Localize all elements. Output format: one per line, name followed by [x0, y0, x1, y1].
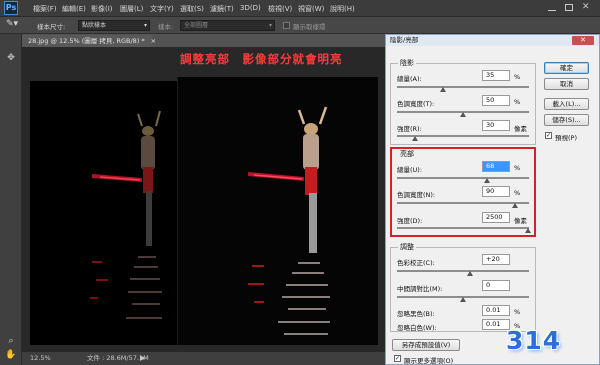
document-tab-title: 28.jpg @ 12.5% (圖層 拷貝, RGB/8) *	[28, 37, 145, 45]
highlights-radius-slider[interactable]	[397, 227, 529, 229]
menu-3d[interactable]: 3D(D)	[240, 4, 261, 12]
menu-filter[interactable]: 濾鏡(T)	[210, 4, 234, 14]
highlights-tone-label: 色調寬度(N):	[397, 191, 436, 199]
adjustments-group-title: 調整	[398, 242, 416, 252]
shadows-tone-label: 色調寬度(T):	[397, 100, 435, 108]
highlights-radius-input[interactable]: 2500	[482, 212, 510, 223]
after-photo-art	[178, 77, 378, 345]
menu-edit[interactable]: 編輯(E)	[62, 4, 86, 14]
status-bar: 12.5% 文件 : 28.6M/57.1M ▶	[22, 352, 385, 365]
black-clip-unit: %	[514, 308, 521, 316]
before-photo-art	[30, 81, 192, 345]
highlights-amount-unit: %	[514, 164, 521, 172]
highlights-tone-slider[interactable]	[397, 202, 529, 204]
menu-file[interactable]: 檔案(F)	[33, 4, 57, 14]
sample-value: 全部圖層	[184, 22, 209, 29]
sample-size-label: 樣本尺寸:	[37, 23, 66, 31]
before-photo	[30, 81, 192, 345]
shadow-highlight-dialog: 陰影/亮部 ✕ 陰影 總量(A): 35 % 色調寬度(T): 50 % 強度(…	[385, 34, 600, 365]
highlights-amount-input[interactable]: 68	[482, 161, 510, 172]
menu-view[interactable]: 檢視(V)	[268, 4, 292, 14]
photoshop-logo: Ps	[4, 1, 18, 15]
shadows-radius-unit: 像素	[514, 125, 527, 133]
hand-tool-icon[interactable]: ✋	[5, 349, 17, 361]
load-button[interactable]: 載入(L)...	[544, 98, 589, 110]
sample-size-select[interactable]: 點狀樣本 ▾	[78, 20, 150, 31]
save-button[interactable]: 儲存(S)...	[544, 114, 589, 126]
tab-close-icon[interactable]: ×	[151, 37, 156, 45]
menu-select[interactable]: 選取(S)	[180, 4, 204, 14]
tools-panel: ✥ ⌕ ✋	[0, 34, 22, 365]
chevron-down-icon: ▾	[268, 22, 272, 29]
midtone-contrast-label: 中間調對比(M):	[397, 285, 443, 293]
menu-layer[interactable]: 圖層(L)	[120, 4, 143, 14]
maximize-icon[interactable]	[565, 4, 573, 11]
sample-label: 樣本:	[158, 23, 174, 31]
options-bar: ✎▾ 樣本尺寸: 點狀樣本 ▾ 樣本: 全部圖層 ▾ 顯示取樣環	[0, 17, 600, 34]
highlights-radius-thumb[interactable]	[525, 228, 531, 233]
menu-help[interactable]: 說明(H)	[330, 4, 355, 14]
menu-image[interactable]: 影像(I)	[91, 4, 113, 14]
sample-select[interactable]: 全部圖層 ▾	[180, 20, 275, 31]
minimize-icon[interactable]	[548, 10, 556, 11]
preview-checkbox[interactable]: ✓	[545, 132, 552, 139]
color-correction-input[interactable]: +20	[482, 254, 510, 265]
more-options-checkbox[interactable]: ✓	[394, 355, 401, 362]
black-clip-input[interactable]: 0.01	[482, 305, 510, 316]
shadows-group-title: 陰影	[398, 58, 416, 68]
highlights-radius-label: 強度(D):	[397, 217, 423, 225]
color-correction-label: 色彩校正(C):	[397, 259, 435, 267]
shadows-radius-label: 強度(R):	[397, 125, 422, 133]
shadows-tone-input[interactable]: 50	[482, 95, 510, 106]
zoom-tool-icon[interactable]: ⌕	[5, 335, 17, 347]
menubar: Ps 檔案(F) 編輯(E) 影像(I) 圖層(L) 文字(Y) 選取(S) 濾…	[0, 0, 600, 17]
eyedropper-icon[interactable]: ✎▾	[6, 19, 24, 31]
document-canvas[interactable]: 調整亮部 影像部分就會明亮	[22, 47, 385, 352]
shadows-radius-thumb[interactable]	[412, 136, 418, 141]
watermark-badge: 314	[506, 326, 562, 355]
move-tool-icon[interactable]: ✥	[5, 52, 17, 64]
midtone-contrast-thumb[interactable]	[460, 297, 466, 302]
save-as-default-button[interactable]: 另存成預設值(V)	[392, 339, 460, 351]
show-ring-label: 顯示取樣環	[293, 23, 326, 31]
highlights-tone-thumb[interactable]	[512, 203, 518, 208]
more-options-label: 顯示更多選項(O)	[404, 357, 454, 365]
document-tab[interactable]: 28.jpg @ 12.5% (圖層 拷貝, RGB/8) * ×	[22, 35, 156, 47]
cancel-button[interactable]: 取消	[544, 78, 589, 90]
overlay-caption: 調整亮部 影像部分就會明亮	[180, 52, 343, 66]
highlights-amount-label: 總量(U):	[397, 166, 423, 174]
highlights-tone-input[interactable]: 90	[482, 186, 510, 197]
chevron-down-icon: ▾	[143, 22, 147, 29]
shadows-amount-thumb[interactable]	[440, 87, 446, 92]
color-correction-slider[interactable]	[397, 270, 529, 272]
highlights-tone-unit: %	[514, 189, 521, 197]
menu-type[interactable]: 文字(Y)	[150, 4, 174, 14]
sample-size-value: 點狀樣本	[82, 22, 107, 29]
shadows-amount-unit: %	[514, 73, 521, 81]
midtone-contrast-input[interactable]: 0	[482, 280, 510, 291]
window-close-icon[interactable]: ✕	[582, 2, 590, 12]
highlights-group-title: 亮部	[398, 149, 416, 159]
dialog-title: 陰影/亮部	[386, 35, 599, 46]
highlights-amount-thumb[interactable]	[484, 178, 490, 183]
status-menu-icon[interactable]: ▶	[140, 352, 145, 365]
ok-button[interactable]: 確定	[544, 62, 589, 74]
show-ring-checkbox[interactable]	[283, 22, 290, 29]
shadows-radius-input[interactable]: 30	[482, 120, 510, 131]
shadows-tone-unit: %	[514, 98, 521, 106]
shadows-amount-input[interactable]: 35	[482, 70, 510, 81]
zoom-readout[interactable]: 12.5%	[30, 352, 51, 365]
preview-label: 預視(P)	[555, 134, 577, 142]
black-clip-label: 忽略黑色(B):	[397, 310, 435, 318]
highlights-amount-slider[interactable]	[397, 177, 529, 179]
white-clip-label: 忽略白色(W):	[397, 324, 437, 332]
close-icon[interactable]: ✕	[572, 36, 594, 45]
shadows-tone-thumb[interactable]	[460, 112, 466, 117]
color-correction-thumb[interactable]	[467, 271, 473, 276]
menu-window[interactable]: 視窗(W)	[298, 4, 324, 14]
shadows-amount-label: 總量(A):	[397, 75, 422, 83]
highlights-radius-unit: 像素	[514, 217, 527, 225]
after-photo	[177, 77, 378, 345]
shadows-amount-slider[interactable]	[397, 86, 529, 88]
